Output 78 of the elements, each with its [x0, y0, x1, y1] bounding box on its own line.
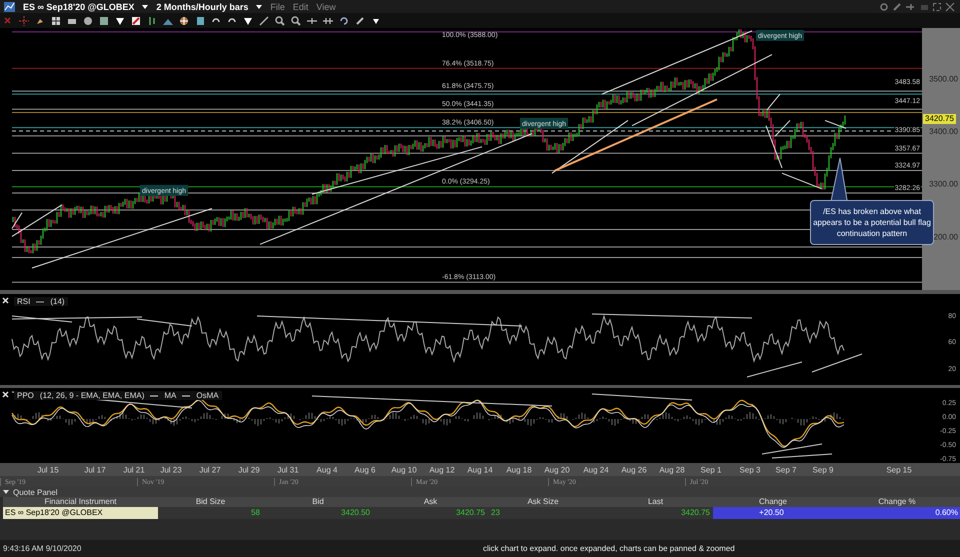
- pencil-icon[interactable]: [131, 16, 141, 26]
- axis-label: 3500.00: [929, 74, 958, 84]
- date-label: Jul 21: [123, 466, 145, 474]
- grid-icon[interactable]: [51, 16, 61, 26]
- menu-item[interactable]: File: [270, 2, 285, 12]
- column-header: Financial Instrument: [3, 497, 158, 507]
- date-label: Sep 9: [812, 466, 834, 474]
- bars-icon[interactable]: [147, 16, 157, 26]
- status-time: 9:43:16 AM 9/10/2020: [2, 544, 82, 553]
- menu-item[interactable]: Edit: [292, 2, 308, 12]
- date-label: Aug 14: [467, 466, 493, 474]
- line-tool-icon[interactable]: [259, 16, 269, 26]
- line-swatch-icon: [182, 392, 190, 398]
- refresh-icon[interactable]: [339, 16, 349, 26]
- table-cell: 23: [488, 507, 598, 519]
- date-label: Jul 31: [277, 466, 299, 474]
- date-label: Aug 26: [621, 466, 647, 474]
- date-label: Sep 15: [886, 466, 912, 474]
- caret-icon[interactable]: [142, 4, 148, 10]
- date-label: Aug 6: [354, 466, 376, 474]
- column-header: Change %: [833, 497, 960, 507]
- status-message: click chart to expand. once expanded, charts can be panned & zoomed: [483, 544, 735, 553]
- column-header: Bid: [263, 497, 373, 507]
- column-header: Change: [713, 497, 833, 507]
- timeframe-selector[interactable]: 2 Months/Hourly bars: [156, 2, 248, 12]
- caret-icon[interactable]: [256, 4, 262, 10]
- caret-icon[interactable]: [3, 489, 9, 495]
- column-header: Ask Size: [488, 497, 598, 507]
- maximize-icon[interactable]: [933, 2, 941, 10]
- table-cell: ES ∞ Sep18'20 @GLOBEX: [3, 507, 158, 519]
- indicator-name: RSI: [17, 297, 30, 306]
- zoom-icon[interactable]: [275, 16, 285, 26]
- table-cell: 3420.75: [373, 507, 488, 519]
- date-label: Sep 7: [776, 466, 796, 474]
- date-label: Aug 12: [429, 466, 455, 474]
- column-header: Last: [598, 497, 713, 507]
- date-label: Jul 17: [84, 466, 106, 474]
- symbol-selector[interactable]: ES ∞ Sep18'20 @GLOBEX: [23, 2, 134, 12]
- indicator-parameters: (14): [50, 297, 65, 306]
- last-price-tag: 3420.75: [923, 114, 956, 124]
- legend-label: OsMA: [196, 391, 219, 400]
- date-label: Aug 28: [659, 466, 685, 474]
- date-label: Jul 29: [238, 466, 260, 474]
- date-label: Jul 23: [160, 466, 182, 474]
- zoom-icon[interactable]: [291, 16, 301, 26]
- crosshair-icon[interactable]: [19, 16, 29, 26]
- date-label: Aug 4: [316, 466, 338, 474]
- column-header: Bid Size: [158, 497, 263, 507]
- table-cell: 0.60%: [833, 507, 960, 519]
- chart-icon: [4, 2, 15, 12]
- date-label: Jul 27: [199, 466, 221, 474]
- date-label: Sep 1: [700, 466, 722, 474]
- date-label: Sep 3: [740, 466, 760, 474]
- date-label: Aug 18: [506, 466, 532, 474]
- target-icon[interactable]: [179, 16, 189, 26]
- table-cell: +20.50: [713, 507, 833, 519]
- axis-label: 200.00: [934, 232, 958, 242]
- circle-icon[interactable]: [83, 16, 93, 26]
- column-header: Ask: [373, 497, 488, 507]
- date-label: Aug 10: [391, 466, 417, 474]
- line-swatch-icon: [150, 392, 158, 398]
- date-label: Aug 24: [583, 466, 609, 474]
- callout-note: /ES has broken above what appears to be a potential bull flag continuation pattern: [810, 200, 934, 245]
- triangle-icon[interactable]: [243, 16, 253, 26]
- table-cell: 3420.75: [598, 507, 713, 519]
- triangle-icon[interactable]: [115, 16, 125, 26]
- date-label: Jul 15: [37, 466, 59, 474]
- table-cell: 3420.50: [263, 507, 373, 519]
- axis-label: 3400.00: [929, 127, 958, 136]
- menu-item[interactable]: View: [316, 2, 336, 12]
- date-label: Aug 20: [544, 466, 570, 474]
- panel-title: Quote Panel: [13, 488, 58, 496]
- indicator-name: PPO: [17, 391, 34, 400]
- legend-label: MA: [164, 391, 176, 400]
- axis-label: 3300.00: [929, 180, 958, 189]
- line-swatch-icon: [36, 298, 44, 304]
- indicator-parameters: (12, 26, 9 - EMA, EMA, EMA): [40, 391, 144, 400]
- table-cell: 58: [158, 507, 263, 519]
